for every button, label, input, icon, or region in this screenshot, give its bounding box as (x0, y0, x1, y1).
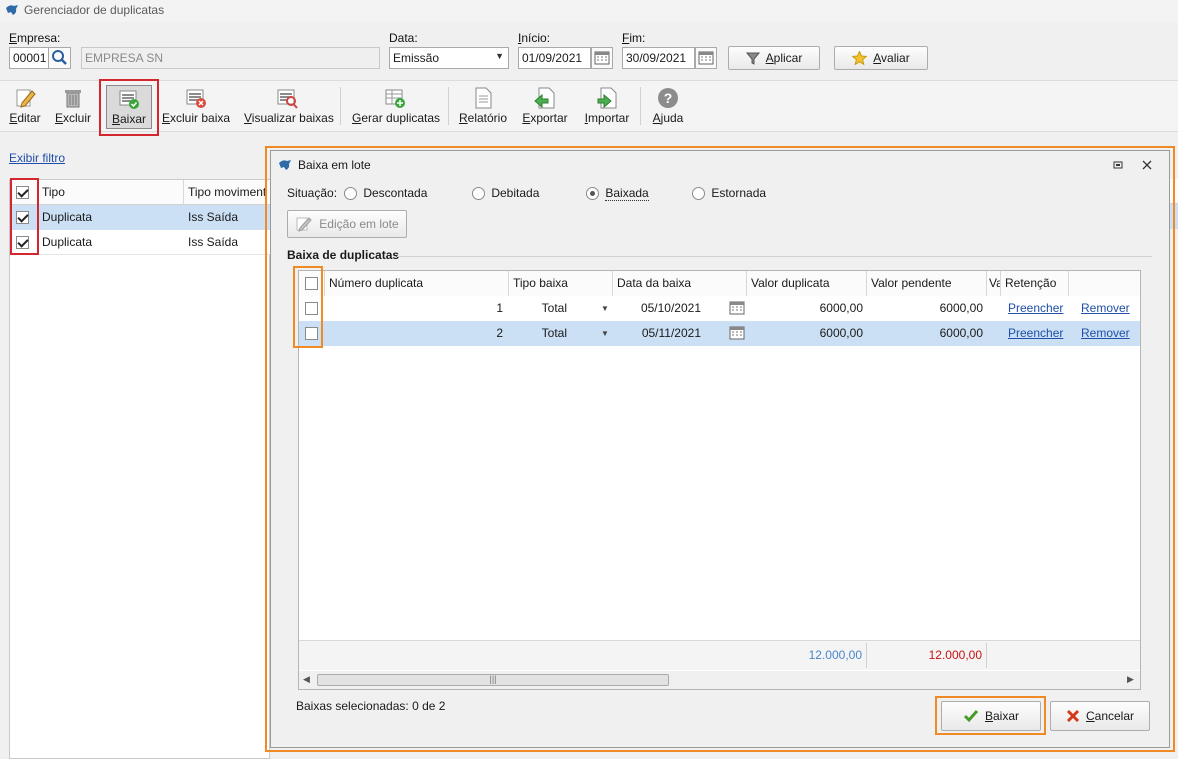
toolbar-separator (640, 87, 641, 125)
duplicatas-grid: Tipo Tipo moviment Duplicata Iss Saída D… (9, 179, 271, 759)
inicio-calendar-button[interactable] (591, 47, 613, 69)
left-checkbox-highlight (10, 178, 39, 255)
excluir-button[interactable]: Excluir (53, 87, 93, 129)
calendar-icon (594, 51, 610, 65)
fim-calendar-button[interactable] (695, 47, 717, 69)
row-tipo-movimento: Iss Saída (188, 235, 239, 249)
toolbar-separator (340, 87, 341, 125)
main-toolbar: Editar Excluir Baixar Excluir baixa Visu… (0, 79, 1178, 136)
search-icon (52, 50, 67, 65)
edit-icon (16, 89, 36, 108)
empresa-name-field: EMPRESA SN (81, 47, 380, 69)
trash-icon (65, 90, 81, 108)
inicio-label: Início: (518, 31, 551, 45)
chevron-down-icon: ▼ (495, 51, 504, 61)
app-logo-icon (6, 5, 18, 15)
fim-date-field[interactable]: 30/09/2021 (622, 47, 695, 69)
row-tipo: Duplicata (42, 235, 93, 249)
toolbar-separator (448, 87, 449, 125)
ajuda-button[interactable]: ? Ajuda (649, 87, 687, 129)
table-row[interactable]: Duplicata Iss Saída (10, 205, 271, 230)
svg-text:?: ? (664, 90, 673, 106)
col-header-tipo[interactable]: Tipo (38, 180, 184, 205)
avaliar-button[interactable]: Avaliar (834, 46, 928, 70)
baixar-button[interactable]: Baixar (106, 85, 152, 129)
data-select-value: Emissão (393, 51, 440, 65)
exportar-button[interactable]: Exportar (520, 87, 570, 129)
row-tipo: Duplicata (42, 210, 93, 224)
empresa-code-field[interactable]: 00001 (9, 47, 49, 69)
window-title: Gerenciador de duplicatas (24, 3, 165, 17)
empresa-label: Empresa: (9, 31, 61, 45)
gerar-duplicatas-button[interactable]: Gerar duplicatas (352, 87, 440, 129)
star-icon (852, 51, 868, 65)
editar-button[interactable]: Editar (7, 87, 43, 129)
excluir-baixa-button[interactable]: Excluir baixa (162, 87, 230, 129)
empresa-search-button[interactable] (48, 47, 71, 69)
table-row[interactable]: Duplicata Iss Saída (10, 230, 271, 255)
importar-button[interactable]: Importar (581, 87, 633, 129)
import-icon (597, 87, 617, 109)
excluir-baixa-icon (186, 89, 206, 108)
exibir-filtro-link[interactable]: Exibir filtro (9, 151, 65, 165)
data-label: Data: (389, 31, 418, 45)
fim-label: Fim: (622, 31, 646, 45)
calendar-icon (698, 51, 714, 65)
col-header-tipo-movimento[interactable]: Tipo moviment (184, 180, 271, 205)
visualizar-baixas-button[interactable]: Visualizar baixas (244, 87, 334, 129)
baixar-list-check-icon (119, 90, 139, 109)
dialog-highlight (265, 146, 1175, 752)
report-icon (475, 87, 492, 109)
checkbox-column-highlight (293, 266, 323, 348)
visualizar-baixas-icon (277, 89, 298, 109)
gerar-duplicatas-icon (385, 89, 405, 108)
grid-header: Tipo Tipo moviment (10, 180, 271, 205)
inicio-date-field[interactable]: 01/09/2021 (518, 47, 591, 69)
window-titlebar: Gerenciador de duplicatas (0, 0, 1178, 22)
aplicar-button[interactable]: Aplicar (728, 46, 820, 70)
relatorio-button[interactable]: Relatório (458, 87, 508, 129)
filter-icon (745, 52, 760, 65)
row-tipo-movimento: Iss Saída (188, 210, 239, 224)
baixar-confirm-highlight (935, 696, 1046, 735)
data-select[interactable]: Emissão ▼ (389, 47, 509, 69)
help-icon: ? (658, 88, 678, 108)
export-icon (534, 87, 555, 109)
